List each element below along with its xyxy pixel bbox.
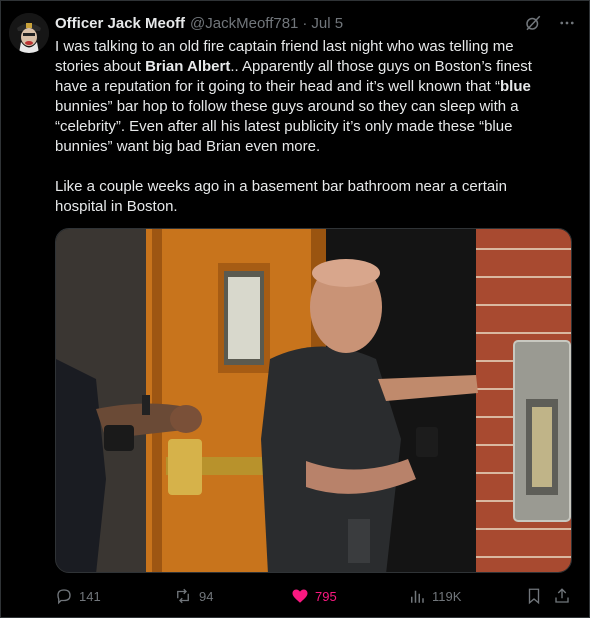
avatar-image	[9, 13, 49, 53]
grok-slash-icon[interactable]	[523, 13, 543, 33]
tweet-photo[interactable]	[55, 228, 572, 573]
repost-count: 94	[199, 588, 214, 604]
bold-blue: blue	[500, 78, 531, 95]
views-count: 119K	[432, 588, 462, 604]
mention-brian-albert: Brian Albert	[145, 58, 231, 75]
like-button[interactable]: 795	[291, 585, 337, 607]
tweet-text-part: Like a couple weeks ago in a basement ba…	[55, 178, 507, 215]
share-button[interactable]	[553, 585, 571, 607]
tweet-card[interactable]: Officer Jack Meoff @JackMeoff781 · Jul 5…	[0, 0, 590, 618]
repost-icon	[177, 588, 189, 604]
tweet-header: Officer Jack Meoff @JackMeoff781 · Jul 5	[55, 13, 577, 33]
reply-icon	[57, 589, 71, 605]
author-handle[interactable]: @JackMeoff781	[190, 15, 298, 32]
tweet-date[interactable]: Jul 5	[311, 15, 343, 32]
author-name[interactable]: Officer Jack Meoff	[55, 15, 185, 32]
photo-scene	[56, 229, 571, 572]
views-button[interactable]: 119K	[408, 585, 461, 607]
avatar[interactable]	[9, 13, 49, 53]
bookmark-icon	[528, 588, 540, 605]
bookmark-button[interactable]	[525, 585, 543, 607]
action-bar: 141 94 795 119K	[55, 585, 575, 607]
separator-dot: ·	[302, 14, 308, 32]
more-icon[interactable]	[557, 13, 577, 33]
tweet-text-part: bunnies” bar hop to follow these guys ar…	[55, 98, 519, 155]
like-icon	[292, 589, 308, 603]
views-icon	[411, 590, 424, 603]
reply-count: 141	[79, 588, 101, 604]
repost-button[interactable]: 94	[173, 585, 213, 607]
header-icons	[523, 13, 577, 33]
reply-button[interactable]: 141	[55, 585, 101, 607]
like-count: 795	[315, 588, 337, 604]
tweet-text: I was talking to an old fire captain fri…	[55, 37, 555, 217]
share-icon	[555, 588, 569, 603]
